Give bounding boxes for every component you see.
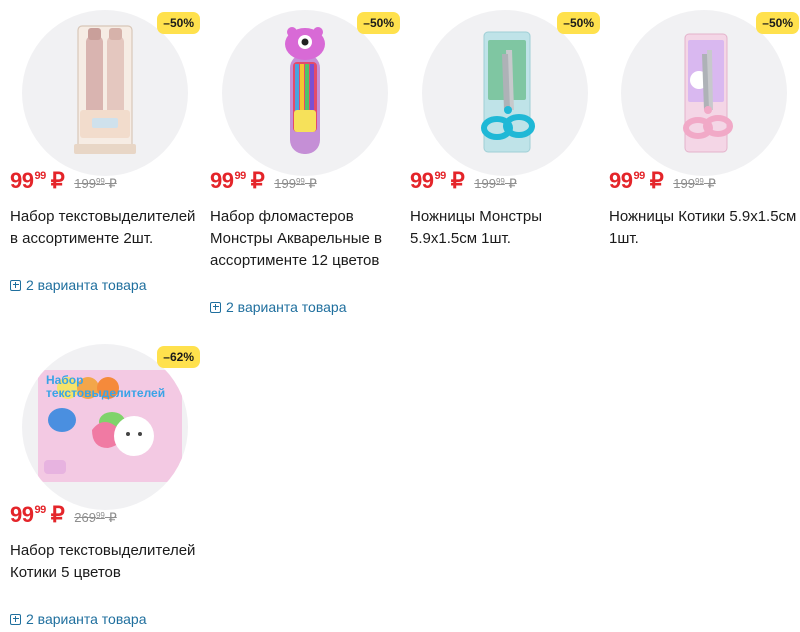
price-row: 9999 ₽ 26999 ₽ xyxy=(10,502,117,528)
image-background xyxy=(621,10,787,176)
discount-badge: –62% xyxy=(157,346,200,368)
current-price: 9999 ₽ xyxy=(210,168,265,193)
discount-badge: –50% xyxy=(756,12,799,34)
variants-link[interactable]: 2 варианта товара xyxy=(210,299,346,315)
product-title[interactable]: Набор фломастеров Монстры Акварельные в … xyxy=(210,206,400,272)
image-background xyxy=(22,344,188,510)
old-price: 19999 ₽ xyxy=(673,176,716,191)
highlighter-set-icon xyxy=(74,25,136,154)
image-background xyxy=(22,10,188,176)
product-image[interactable]: –50% xyxy=(410,4,600,176)
product-image[interactable]: –50% xyxy=(210,4,400,176)
product-title[interactable]: Ножницы Монстры 5.9x1.5см 1шт. xyxy=(410,206,600,250)
old-price: 19999 ₽ xyxy=(474,176,517,191)
plus-square-icon xyxy=(10,613,21,625)
product-card[interactable]: –50% 9999 ₽ 19999 ₽ Ножницы Котики 5.9x1.… xyxy=(609,4,799,247)
variants-link[interactable]: 2 варианта товара xyxy=(10,611,146,627)
product-card[interactable]: –50% 9999 ₽ 19999 ₽ Набор текстовыделител… xyxy=(10,4,200,293)
scissors-blue-icon xyxy=(481,31,535,153)
current-price: 9999 ₽ xyxy=(10,168,65,193)
discount-badge: –50% xyxy=(557,12,600,34)
price-row: 9999 ₽ 19999 ₽ xyxy=(609,168,716,194)
price-row: 9999 ₽ 19999 ₽ xyxy=(410,168,517,194)
image-text: Набор текстовыделителей xyxy=(46,373,166,400)
scissors-pink-icon xyxy=(683,33,733,153)
highlighter-cats-icon xyxy=(38,370,182,482)
discount-badge: –50% xyxy=(157,12,200,34)
product-card[interactable]: –50% 9999 ₽ 19999 ₽ Ножницы Монстры 5.9x1… xyxy=(410,4,600,247)
price-row: 9999 ₽ 19999 ₽ xyxy=(210,168,317,194)
old-price: 26999 ₽ xyxy=(74,510,117,525)
current-price: 9999 ₽ xyxy=(609,168,664,193)
old-price: 19999 ₽ xyxy=(274,176,317,191)
old-price: 19999 ₽ xyxy=(74,176,117,191)
current-price: 9999 ₽ xyxy=(10,502,65,527)
product-title[interactable]: Набор текстовыделителей Котики 5 цветов xyxy=(10,540,200,584)
image-background xyxy=(422,10,588,176)
image-background xyxy=(222,10,388,176)
plus-square-icon xyxy=(210,301,221,313)
discount-badge: –50% xyxy=(357,12,400,34)
plus-square-icon xyxy=(10,279,21,291)
product-image[interactable]: –50% xyxy=(609,4,799,176)
product-image[interactable]: –50% xyxy=(10,4,200,176)
product-card[interactable]: –50% 9999 ₽ 19999 ₽ Набор фломастеров Мон… xyxy=(210,4,400,315)
product-title[interactable]: Набор текстовыделителей в ассортименте 2… xyxy=(10,206,200,250)
product-image[interactable]: Набор текстовыделителей –62% xyxy=(10,338,200,510)
price-row: 9999 ₽ 19999 ₽ xyxy=(10,168,117,194)
product-title[interactable]: Ножницы Котики 5.9x1.5см 1шт. xyxy=(609,206,799,250)
variants-link[interactable]: 2 варианта товара xyxy=(10,277,146,293)
product-card[interactable]: Набор текстовыделителей –62% 9999 ₽ 26999… xyxy=(10,338,200,627)
current-price: 9999 ₽ xyxy=(410,168,465,193)
marker-tube-icon xyxy=(285,27,325,154)
